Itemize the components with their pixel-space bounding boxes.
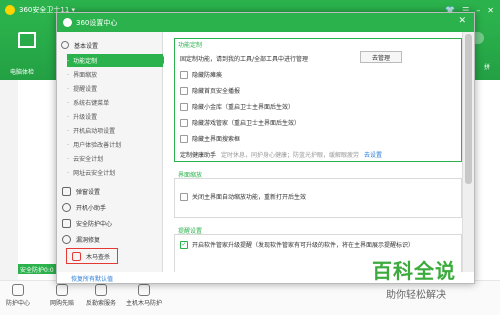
close-icon[interactable]: ✕ bbox=[487, 6, 494, 15]
section-desc: 固定制功能，请到我的工具/全部工具中进行管理 bbox=[180, 54, 308, 63]
health-helper-row: 定制健康助手 定时休息，同护身心健康；防蓝光护眼，缓解眼疲劳 去设置 bbox=[180, 150, 382, 159]
header-right-text: 拼 bbox=[483, 64, 490, 71]
checkbox[interactable] bbox=[180, 86, 188, 95]
sidebar-sub-label: 开机启动项设置 bbox=[73, 128, 116, 135]
sidebar-sub-function-custom[interactable]: - 功能定制 bbox=[67, 54, 168, 67]
option-label: 隐藏游戏管家（重启卫士主界面后生效） bbox=[192, 120, 301, 127]
dialog-close-icon[interactable]: ✕ bbox=[458, 16, 466, 26]
option-label: 关闭主界面自动缩放功能，重新打开后生效 bbox=[192, 194, 307, 201]
checkbox-checked[interactable]: ✓ bbox=[180, 240, 188, 249]
sidebar-sub-url-cloud[interactable]: - 网址云安全计划 bbox=[67, 166, 163, 179]
footer-item-shopping[interactable]: 网购先赔 bbox=[50, 284, 74, 307]
sidebar-item-boot-helper[interactable]: 开机小助手 bbox=[57, 200, 163, 214]
watermark-subtitle: 助你轻松解决 bbox=[386, 290, 446, 301]
sidebar-item-label: 安全防护中心 bbox=[76, 220, 113, 228]
settings-logo-icon bbox=[63, 18, 72, 27]
section-desc-text: 固定制功能，请到我的工具/全部工具中进行管理 bbox=[180, 56, 309, 63]
bug-icon bbox=[62, 234, 71, 244]
horse-icon bbox=[72, 251, 81, 261]
footer-item-label: 防护中心 bbox=[6, 300, 31, 307]
dialog-title: 360设置中心 bbox=[76, 18, 118, 27]
section-title: 功能定制 bbox=[178, 42, 203, 49]
sidebar-sub-label: 提醒设置 bbox=[73, 86, 98, 93]
option-label: 隐藏防瘫痪 bbox=[192, 72, 223, 79]
health-helper-label: 定制健康助手 bbox=[180, 152, 217, 159]
checkbox[interactable] bbox=[180, 192, 188, 201]
sidebar-item-trojan-scan[interactable]: 木马查杀 bbox=[66, 248, 118, 264]
sidebar-sub-label: 系统右键菜单 bbox=[73, 100, 110, 107]
sidebar-sub-zoom[interactable]: - 界面缩放 bbox=[67, 68, 163, 81]
checkbox[interactable] bbox=[180, 102, 188, 111]
watermark: 百科全说 助你轻松解决 bbox=[372, 255, 492, 311]
sidebar-sub-upgrade[interactable]: - 升级设置 bbox=[67, 110, 163, 123]
sidebar-group-label: 基本设置 bbox=[74, 42, 99, 50]
computer-check-label[interactable]: 电脑体检 bbox=[10, 67, 34, 76]
popup-icon bbox=[62, 186, 71, 196]
computer-check-icon[interactable] bbox=[18, 32, 36, 48]
footer-item-ransom[interactable]: 反勒索服务 bbox=[86, 284, 116, 307]
content-scrollbar[interactable] bbox=[462, 32, 474, 272]
app-logo-icon bbox=[5, 5, 15, 15]
shield-icon bbox=[12, 284, 24, 296]
option-hide-anti-paralysis[interactable]: 隐藏防瘫痪 bbox=[180, 70, 222, 79]
checkbox[interactable] bbox=[180, 118, 188, 127]
health-helper-hint: 定时休息，同护身心健康；防蓝光护眼，缓解眼疲劳 bbox=[221, 152, 360, 159]
sidebar-sub-reminder[interactable]: - 提醒设置 bbox=[67, 82, 163, 95]
footer-item-protect-center[interactable]: 防护中心 bbox=[6, 284, 30, 307]
settings-sidebar: 基本设置 - 功能定制 - 界面缩放 - 提醒设置 - 系统右键菜单 - 升级设置 - 开机… bbox=[57, 32, 168, 272]
lock-icon bbox=[95, 284, 107, 296]
clock-icon bbox=[62, 202, 71, 212]
option-hide-game-manager[interactable]: 隐藏游戏管家（重启卫士主界面后生效） bbox=[180, 118, 300, 127]
host-icon bbox=[138, 284, 150, 296]
sidebar-sub-label: 网址云安全计划 bbox=[73, 170, 116, 177]
option-disable-auto-zoom[interactable]: 关闭主界面自动缩放功能，重新打开后生效 bbox=[180, 192, 306, 201]
sidebar-sub-label: 用户体验改善计划 bbox=[73, 142, 122, 149]
option-hide-vault[interactable]: 隐藏小金库（重启卫士主界面后生效） bbox=[180, 102, 294, 111]
app-left-strip bbox=[0, 80, 18, 280]
settings-content: 功能定制 固定制功能，请到我的工具/全部工具中进行管理 去管理 隐藏防瘫痪 隐藏… bbox=[164, 32, 464, 272]
sidebar-sub-ux-plan[interactable]: - 用户体验改善计划 bbox=[67, 138, 163, 151]
manage-button[interactable]: 去管理 bbox=[360, 51, 402, 63]
sidebar-sub-label: 云安全计划 bbox=[73, 156, 104, 163]
option-label: 隐藏主界面搜索框 bbox=[192, 136, 241, 143]
option-label: 开启软件管家升级提醒（发现软件管家有可升级的软件，将在主界面展示提醒标识） bbox=[192, 242, 415, 249]
sidebar-sub-context-menu[interactable]: - 系统右键菜单 bbox=[67, 96, 163, 109]
sidebar-sub-label: 界面缩放 bbox=[73, 72, 98, 79]
sidebar-sub-label: 升级设置 bbox=[73, 114, 98, 121]
sidebar-sub-startup[interactable]: - 开机启动项设置 bbox=[67, 124, 163, 137]
sidebar-item-label: 漏洞修复 bbox=[76, 236, 101, 244]
sidebar-item-popup[interactable]: 弹窗设置 bbox=[57, 184, 163, 198]
sidebar-sub-label: 功能定制 bbox=[73, 58, 98, 65]
option-upgrade-reminder[interactable]: ✓ 开启软件管家升级提醒（发现软件管家有可升级的软件，将在主界面展示提醒标识） bbox=[180, 240, 414, 249]
sidebar-item-label: 木马查杀 bbox=[86, 253, 111, 261]
watermark-title: 百科全说 bbox=[372, 259, 456, 283]
option-label: 隐藏首页安全播报 bbox=[192, 88, 241, 95]
sidebar-sub-cloud-security[interactable]: - 云安全计划 bbox=[67, 152, 163, 165]
settings-dialog: 360设置中心 ✕ 基本设置 - 功能定制 - 界面缩放 - 提醒设置 - 系统右键菜单… bbox=[56, 12, 475, 284]
footer-item-label: 网购先赔 bbox=[50, 300, 75, 307]
sidebar-item-label: 弹窗设置 bbox=[76, 188, 101, 196]
checkbox[interactable] bbox=[180, 70, 188, 79]
scroll-thumb[interactable] bbox=[465, 34, 472, 184]
health-helper-link[interactable]: 去设置 bbox=[364, 150, 382, 159]
shield-icon bbox=[62, 218, 71, 228]
minimize-icon[interactable]: – bbox=[476, 6, 480, 15]
sidebar-item-security-center[interactable]: 安全防护中心 bbox=[57, 216, 163, 230]
option-hide-broadcast[interactable]: 隐藏首页安全播报 bbox=[180, 86, 240, 95]
footer-item-label: 主机木马防护 bbox=[126, 300, 163, 307]
footer-item-trojan[interactable]: 主机木马防护 bbox=[126, 284, 162, 307]
footer-item-label: 反勒索服务 bbox=[86, 300, 117, 307]
restore-defaults-link[interactable]: 恢复所有默认值 bbox=[71, 274, 113, 283]
option-hide-search[interactable]: 隐藏主界面搜索框 bbox=[180, 134, 240, 143]
checkbox[interactable] bbox=[180, 134, 188, 143]
cart-icon bbox=[56, 284, 68, 296]
sidebar-group-basic[interactable]: 基本设置 bbox=[57, 38, 163, 52]
sidebar-item-vuln-fix[interactable]: 漏洞修复 bbox=[57, 232, 163, 246]
option-label: 隐藏小金库（重启卫士主界面后生效） bbox=[192, 104, 295, 111]
gear-icon bbox=[61, 41, 69, 49]
sidebar-item-label: 开机小助手 bbox=[76, 204, 107, 212]
dialog-titlebar: 360设置中心 bbox=[57, 13, 474, 32]
